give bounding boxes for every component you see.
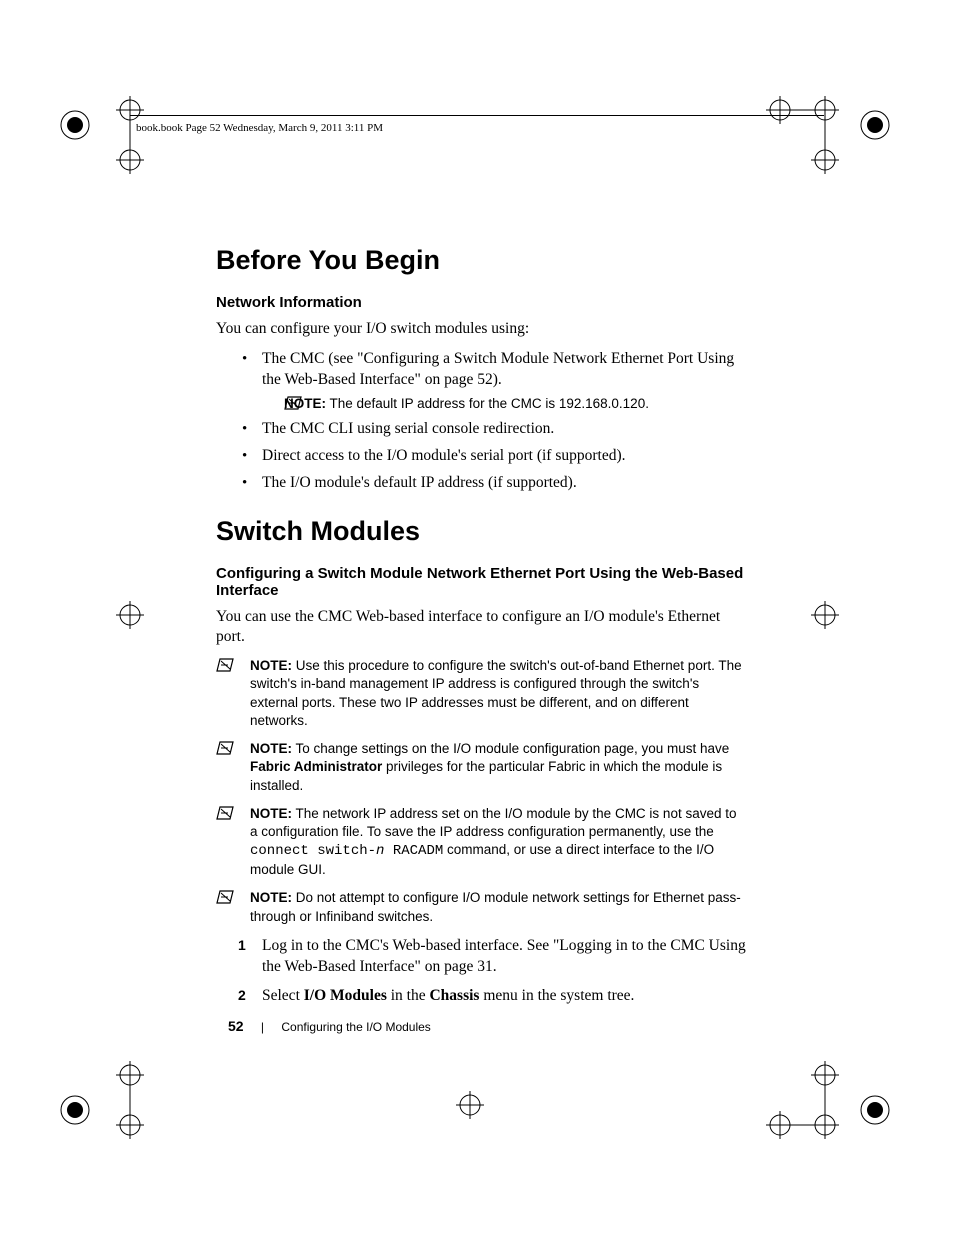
page-content: Before You Begin Network Information You… (216, 245, 746, 1015)
note-icon (284, 396, 302, 410)
step-item: Log in to the CMC's Web-based interface.… (262, 936, 746, 978)
note-text: The network IP address set on the I/O mo… (250, 806, 737, 839)
note-inline: NOTE: The default IP address for the CMC… (284, 395, 746, 413)
note-icon (216, 658, 234, 672)
crop-mark-icon (750, 1055, 900, 1155)
note-icon (216, 890, 234, 904)
step-bold: I/O Modules (304, 987, 387, 1004)
crop-mark-icon (100, 595, 160, 635)
crop-mark-icon (55, 1055, 205, 1155)
note-icon (216, 741, 234, 755)
list-item: The CMC (see "Configuring a Switch Modul… (262, 349, 746, 413)
note-text: To change settings on the I/O module con… (296, 741, 730, 756)
step-item: Select I/O Modules in the Chassis menu i… (262, 986, 746, 1007)
note-label: NOTE: (250, 806, 292, 821)
list-item: The CMC CLI using serial console redirec… (262, 419, 746, 440)
body-paragraph: You can use the CMC Web-based interface … (216, 607, 746, 647)
note-text: Do not attempt to configure I/O module n… (250, 890, 741, 923)
crop-mark-icon (440, 1085, 500, 1125)
note-block: NOTE: Do not attempt to configure I/O mo… (216, 889, 746, 925)
note-command: connect switch- (250, 843, 376, 859)
crop-mark-icon (795, 595, 855, 635)
note-block: NOTE: Use this procedure to configure th… (216, 657, 746, 730)
config-methods-list: The CMC (see "Configuring a Switch Modul… (216, 349, 746, 494)
footer-separator: | (261, 1020, 264, 1034)
subheading-configuring-switch: Configuring a Switch Module Network Ethe… (216, 565, 746, 599)
page-number: 52 (228, 1018, 244, 1034)
note-text: Use this procedure to configure the swit… (250, 658, 742, 728)
list-item-text: The CMC (see "Configuring a Switch Modul… (262, 350, 734, 388)
note-command: RACADM (384, 843, 443, 859)
note-block: NOTE: The network IP address set on the … (216, 805, 746, 880)
crop-mark-icon (55, 90, 205, 190)
note-label: NOTE: (250, 658, 292, 673)
heading-before-you-begin: Before You Begin (216, 245, 746, 276)
heading-switch-modules: Switch Modules (216, 516, 746, 547)
step-text: Select (262, 987, 304, 1004)
page-footer: 52 | Configuring the I/O Modules (228, 1018, 431, 1034)
header-rule (130, 115, 824, 116)
note-icon (216, 806, 234, 820)
step-text: in the (387, 987, 430, 1004)
subheading-network-information: Network Information (216, 294, 746, 311)
step-bold: Chassis (429, 987, 479, 1004)
list-item: Direct access to the I/O module's serial… (262, 446, 746, 467)
intro-paragraph: You can configure your I/O switch module… (216, 319, 746, 339)
list-item: The I/O module's default IP address (if … (262, 473, 746, 494)
steps-list: Log in to the CMC's Web-based interface.… (216, 936, 746, 1007)
footer-title: Configuring the I/O Modules (281, 1020, 430, 1034)
step-text: menu in the system tree. (479, 987, 634, 1004)
note-text: The default IP address for the CMC is 19… (330, 396, 649, 411)
note-block: NOTE: To change settings on the I/O modu… (216, 740, 746, 795)
crop-mark-icon (750, 90, 900, 190)
note-label: NOTE: (250, 741, 292, 756)
note-label: NOTE: (250, 890, 292, 905)
note-bold: Fabric Administrator (250, 759, 382, 774)
